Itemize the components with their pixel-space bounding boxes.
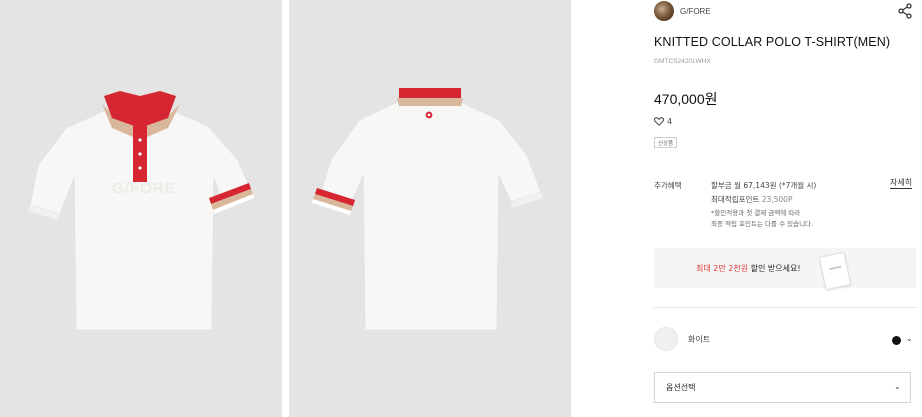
promo-highlight: 2만 2천원 <box>713 264 749 273</box>
points-note-1: *할인적용과 첫 결제 금액에 따라 <box>711 209 801 217</box>
chest-print: G/FORE <box>112 180 176 197</box>
promo-text: 최대 2만 2천원 할인 받으세요! <box>696 263 801 274</box>
heart-icon[interactable] <box>654 117 664 126</box>
product-info-panel: G/FORE KNITTED COLLAR POLO T-SHIRT(MEN) … <box>654 0 916 417</box>
option-select[interactable]: 옵션선택 <box>654 372 911 403</box>
max-points-info: 최대적립포인트 23,500P <box>711 194 792 205</box>
max-points-value: 23,500P <box>761 195 793 204</box>
product-image-back[interactable] <box>289 0 571 417</box>
product-image-front[interactable]: G/FORE <box>0 0 282 417</box>
product-price: 470,000원 <box>654 91 718 107</box>
product-sku: GMTCS24201WHX <box>654 58 711 65</box>
points-note-2: 최종 적립 포인트는 다를 수 있습니다. <box>711 220 814 228</box>
benefit-detail-link[interactable]: 자세히 <box>890 178 913 189</box>
discount-promo-banner[interactable]: 최대 2만 2천원 할인 받으세요! <box>654 248 916 291</box>
brand-name[interactable]: G/FORE <box>680 7 711 16</box>
polo-front-illustration <box>28 91 254 331</box>
max-points-label: 최대적립포인트 <box>711 195 760 204</box>
share-icon[interactable] <box>897 3 913 19</box>
polo-back-illustration <box>312 88 543 331</box>
card-icon <box>818 251 852 291</box>
color-name: 화이트 <box>688 335 711 344</box>
chevron-down-icon[interactable]: ⌄ <box>894 382 901 391</box>
color-swatch-white[interactable] <box>654 327 678 351</box>
brand-row[interactable]: G/FORE <box>654 0 711 22</box>
chevron-down-icon[interactable]: ⌄ <box>906 334 913 343</box>
product-title: KNITTED COLLAR POLO T-SHIRT(MEN) <box>654 35 891 49</box>
like-count-value: 4 <box>667 117 673 126</box>
promo-prefix: 최대 <box>696 264 714 273</box>
installment-info: 할부금 월 67,143원 (*7개월 시) <box>711 181 817 190</box>
brand-avatar[interactable] <box>654 1 674 21</box>
new-product-badge: 신상품 <box>654 137 678 148</box>
like-count[interactable]: 4 <box>654 117 672 126</box>
option-select-label: 옵션선택 <box>666 383 696 392</box>
promo-suffix: 할인 받으세요! <box>748 264 801 273</box>
benefit-label: 추가혜택 <box>654 181 682 190</box>
selected-color-dot[interactable] <box>892 336 901 345</box>
section-divider <box>654 307 916 308</box>
